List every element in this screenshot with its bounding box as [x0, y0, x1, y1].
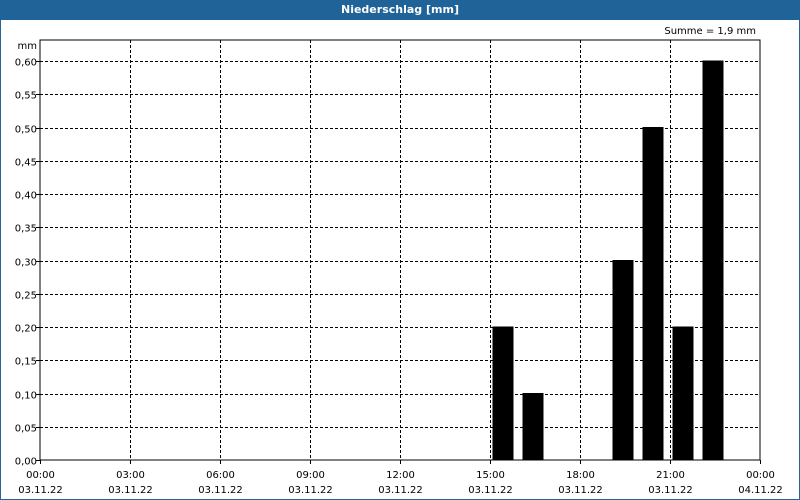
x-tick-date-label: 03.11.22 [378, 485, 423, 496]
y-tick-label: 0,40 [15, 191, 37, 202]
y-tick-label: 0,20 [15, 324, 37, 335]
precipitation-bar [612, 260, 634, 461]
y-tick-label: 0,30 [15, 258, 37, 269]
x-tick-time-label: 09:00 [296, 470, 325, 481]
x-tick-time-label: 00:00 [746, 470, 775, 481]
x-tick-date-label: 03.11.22 [468, 485, 513, 496]
y-tick-label: 0,60 [15, 58, 37, 69]
x-tick-date-label: 03.11.22 [648, 485, 693, 496]
y-tick-label: 0,10 [15, 391, 37, 402]
x-tick-date-label: 03.11.22 [558, 485, 603, 496]
x-tick-date-label: 03.11.22 [288, 485, 333, 496]
precipitation-bar [492, 326, 514, 461]
precipitation-bar [522, 393, 544, 461]
x-tick-time-label: 15:00 [476, 470, 505, 481]
x-tick-date-label: 03.11.22 [108, 485, 153, 496]
y-tick-label: 0,45 [15, 158, 37, 169]
precipitation-bar [672, 326, 694, 461]
y-tick-label: 0,35 [15, 224, 37, 235]
y-axis-ticks: 0,00 0,05 0,10 0,15 0,20 0,25 0,30 0,35 0,40 0,45… [15, 58, 40, 468]
x-axis-ticks: 00:00 03.11.22 03:00 03.11.22 06:00 03.11.22 0… [18, 460, 783, 496]
x-tick-time-label: 18:00 [566, 470, 595, 481]
x-tick-time-label: 12:00 [386, 470, 415, 481]
x-tick-time-label: 06:00 [206, 470, 235, 481]
precipitation-bar [642, 127, 664, 461]
x-tick-time-label: 03:00 [116, 470, 145, 481]
y-tick-label: 0,25 [15, 291, 37, 302]
bars [492, 60, 724, 461]
y-tick-label: 0,00 [15, 457, 37, 468]
precipitation-chart: 0,00 0,05 0,10 0,15 0,20 0,25 0,30 0,35 0,40 0,45… [15, 26, 783, 496]
x-tick-time-label: 00:00 [26, 470, 55, 481]
x-tick-date-label: 03.11.22 [18, 485, 63, 496]
y-axis-label: mm [18, 41, 37, 52]
precipitation-bar [702, 60, 724, 461]
x-tick-time-label: 21:00 [656, 470, 685, 481]
y-tick-label: 0,15 [15, 357, 37, 368]
x-tick-date-label: 04.11.22 [738, 485, 783, 496]
sum-annotation: Summe = 1,9 mm [664, 26, 756, 37]
y-tick-label: 0,50 [15, 125, 37, 136]
y-tick-label: 0,55 [15, 91, 37, 102]
x-tick-date-label: 03.11.22 [198, 485, 243, 496]
y-tick-label: 0,05 [15, 424, 37, 435]
